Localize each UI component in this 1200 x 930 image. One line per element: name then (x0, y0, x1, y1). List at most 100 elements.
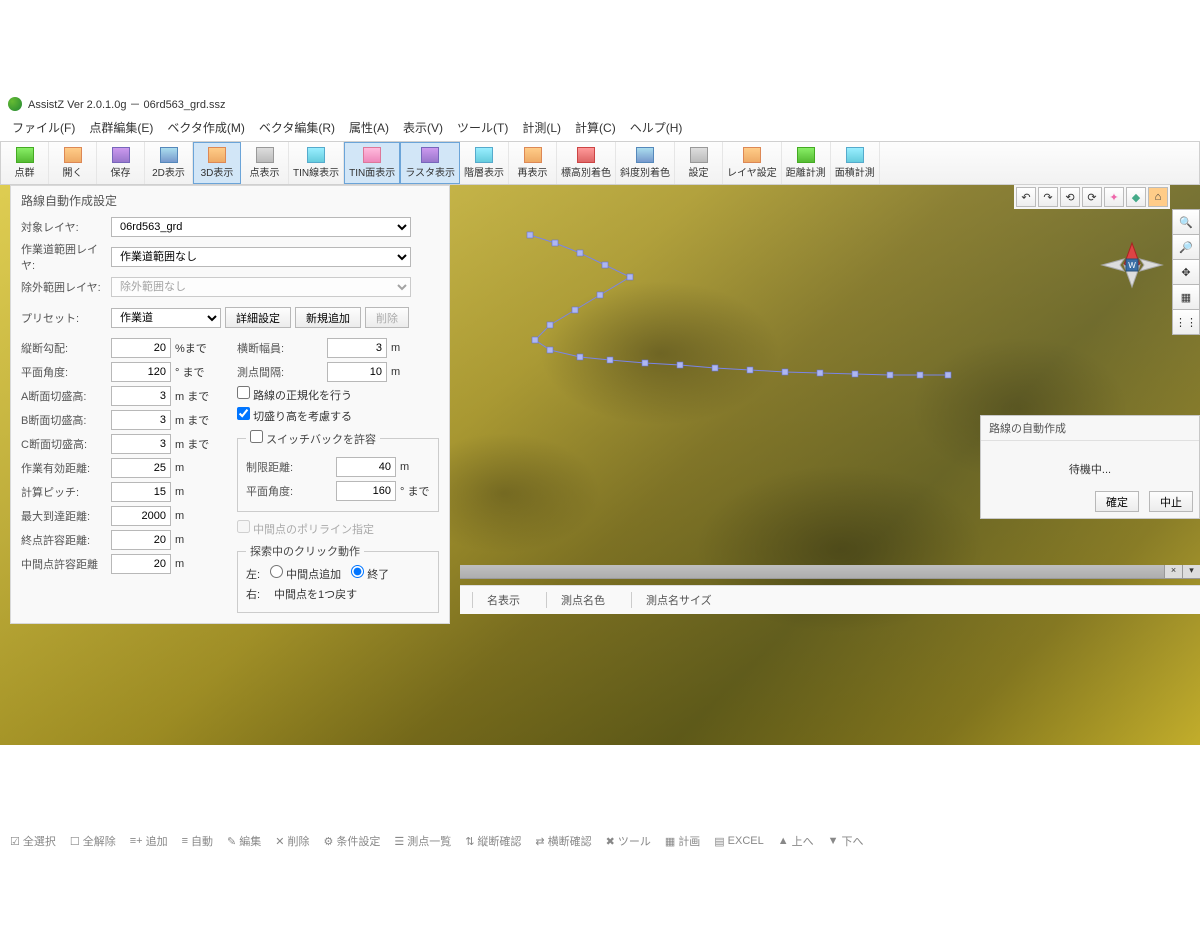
bottom-測点一覧[interactable]: ☰測点一覧 (394, 833, 451, 849)
bottom-条件設定[interactable]: ⚙条件設定 (323, 833, 380, 849)
nav-home-icon[interactable]: ⌂ (1148, 187, 1168, 207)
toolbar-再表示[interactable]: 再表示 (509, 142, 557, 184)
left-add-radio[interactable]: 中間点追加 (270, 565, 341, 582)
bottom-上へ[interactable]: ▲上へ (778, 833, 814, 849)
toolbar-ラスタ表示[interactable]: ラスタ表示 (400, 142, 460, 184)
menu-item[interactable]: ベクタ編集(R) (253, 116, 341, 139)
param-input[interactable] (111, 362, 171, 382)
toolbar-3D表示[interactable]: 3D表示 (193, 142, 241, 184)
bottom-追加[interactable]: ≡+追加 (130, 833, 168, 849)
panel-minimize-bar: ▾ × (460, 565, 1200, 579)
bottom-icon: ⇅ (465, 835, 474, 848)
menu-item[interactable]: 点群編集(E) (83, 116, 159, 139)
toolbar-保存[interactable]: 保存 (97, 142, 145, 184)
param-input[interactable] (111, 530, 171, 550)
param-input[interactable] (111, 482, 171, 502)
panel-title: 路線自動作成設定 (21, 192, 439, 209)
toolbar-開く[interactable]: 開く (49, 142, 97, 184)
bottom-縦断確認[interactable]: ⇅縦断確認 (465, 833, 521, 849)
bottom-icon: ✕ (275, 835, 284, 848)
exclude-range-select[interactable]: 除外範囲なし (111, 277, 411, 297)
viewport-3d[interactable]: ↶ ↷ ⟲ ⟳ ✦ ◆ ⌂ 🔍 🔎 ✥ ▦ ⋮⋮ W 路線自動作成設定 対象レイ… (0, 185, 1200, 745)
toolbar-点表示[interactable]: 点表示 (241, 142, 289, 184)
bottom-ツール[interactable]: ✖ツール (606, 833, 651, 849)
nav-star-icon[interactable]: ✦ (1104, 187, 1124, 207)
menu-item[interactable]: ベクタ作成(M) (161, 116, 251, 139)
delete-button[interactable]: 削除 (365, 307, 409, 328)
toolbar-標高別着色[interactable]: 標高別着色 (557, 142, 616, 184)
pan-icon[interactable]: ✥ (1172, 259, 1200, 285)
menu-item[interactable]: 表示(V) (397, 116, 449, 139)
nav-undo-icon[interactable]: ↶ (1016, 187, 1036, 207)
zoom-out-icon[interactable]: 🔎 (1172, 234, 1200, 260)
menu-item[interactable]: ファイル(F) (6, 116, 81, 139)
bottom-toolbar: ☑全選択 ☐全解除 ≡+追加 ≡自動 ✎編集 ✕削除 ⚙条件設定 ☰測点一覧 ⇅縦断確認 ⇄横断確… (0, 827, 1200, 855)
bottom-下へ[interactable]: ▼下へ (828, 833, 864, 849)
param-input[interactable] (327, 338, 387, 358)
menu-item[interactable]: 計算(C) (569, 116, 622, 139)
bottom-編集[interactable]: ✎編集 (227, 833, 261, 849)
bottom-EXCEL[interactable]: ▤EXCEL (714, 833, 763, 849)
bottom-横断確認[interactable]: ⇄横断確認 (535, 833, 591, 849)
toolbar-点群[interactable]: 点群 (1, 142, 49, 184)
param-input[interactable] (111, 338, 171, 358)
menu-item[interactable]: ヘルプ(H) (624, 116, 689, 139)
detail-button[interactable]: 詳細設定 (225, 307, 291, 328)
bottom-計画[interactable]: ▦計画 (665, 833, 700, 849)
bottom-全解除[interactable]: ☐全解除 (70, 833, 116, 849)
toolbar-距離計測[interactable]: 距離計測 (782, 142, 831, 184)
dialog-cancel-button[interactable]: 中止 (1149, 491, 1193, 512)
midpoly-check[interactable]: 中間点のポリライン指定 (237, 520, 374, 537)
target-layer-select[interactable]: 06rd563_grd (111, 217, 411, 237)
param-input[interactable] (327, 362, 387, 382)
toolbar-2D表示[interactable]: 2D表示 (145, 142, 193, 184)
menu-item[interactable]: ツール(T) (451, 116, 514, 139)
tab-item[interactable]: 測点名サイズ (631, 592, 726, 608)
toolbar-icon (524, 147, 542, 163)
bottom-全選択[interactable]: ☑全選択 (10, 833, 56, 849)
toolbar-階層表示[interactable]: 階層表示 (460, 142, 509, 184)
tab-item[interactable]: 名表示 (472, 592, 534, 608)
switchback-check[interactable] (250, 430, 263, 443)
bottom-削除[interactable]: ✕削除 (275, 833, 309, 849)
bottom-icon: ▼ (828, 835, 839, 847)
bottom-icon: ▲ (778, 835, 789, 847)
toolbar-設定[interactable]: 設定 (675, 142, 723, 184)
bottom-自動[interactable]: ≡自動 (182, 833, 213, 849)
param-input[interactable] (336, 481, 396, 501)
nav-rotate-left-icon[interactable]: ⟲ (1060, 187, 1080, 207)
toolbar-icon (307, 147, 325, 163)
param-input[interactable] (111, 410, 171, 430)
zoom-in-icon[interactable]: 🔍 (1172, 209, 1200, 235)
param-input[interactable] (111, 386, 171, 406)
toolbar-TIN線表示[interactable]: TIN線表示 (289, 142, 344, 184)
toolbar-レイヤ設定[interactable]: レイヤ設定 (723, 142, 782, 184)
grid-icon[interactable]: ▦ (1172, 284, 1200, 310)
left-end-radio[interactable]: 終了 (351, 565, 389, 582)
panel-dropdown-icon[interactable]: ▾ (1182, 565, 1200, 578)
panel-close-icon[interactable]: × (1164, 565, 1182, 578)
dialog-ok-button[interactable]: 確定 (1095, 491, 1139, 512)
param-input[interactable] (111, 458, 171, 478)
nav-marker-icon[interactable]: ◆ (1126, 187, 1146, 207)
points-icon[interactable]: ⋮⋮ (1172, 309, 1200, 335)
tab-item[interactable]: 測点名色 (546, 592, 619, 608)
nav-redo-icon[interactable]: ↷ (1038, 187, 1058, 207)
param-input[interactable] (336, 457, 396, 477)
menu-item[interactable]: 属性(A) (343, 116, 395, 139)
normalize-check[interactable]: 路線の正規化を行う (237, 386, 352, 403)
preset-select[interactable]: 作業道 (111, 308, 221, 328)
menu-item[interactable]: 計測(L) (516, 116, 567, 139)
param-input[interactable] (111, 434, 171, 454)
toolbar-面積計測[interactable]: 面積計測 (831, 142, 880, 184)
param-input[interactable] (111, 554, 171, 574)
toolbar-icon (208, 147, 226, 163)
work-range-select[interactable]: 作業道範囲なし (111, 247, 411, 267)
bottom-icon: ▤ (714, 835, 724, 848)
nav-rotate-right-icon[interactable]: ⟳ (1082, 187, 1102, 207)
toolbar-TIN面表示[interactable]: TIN面表示 (344, 142, 400, 184)
toolbar-斜度別着色[interactable]: 斜度別着色 (616, 142, 675, 184)
param-input[interactable] (111, 506, 171, 526)
consider-cut-check[interactable]: 切盛り高を考慮する (237, 407, 352, 424)
new-button[interactable]: 新規追加 (295, 307, 361, 328)
